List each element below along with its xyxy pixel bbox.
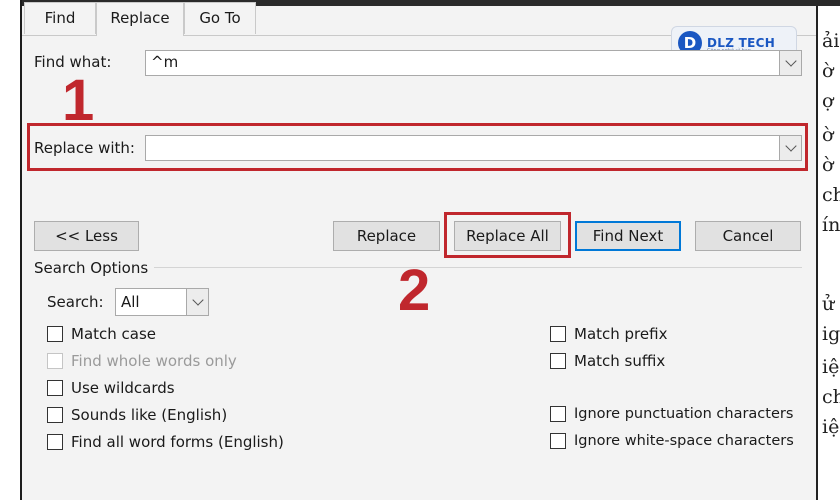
option-match-suffix[interactable]: Match suffix: [550, 352, 665, 370]
sounds-like-label: Sounds like (English): [71, 406, 228, 424]
document-text: iệ: [822, 356, 840, 378]
search-direction-value: All: [121, 293, 140, 311]
search-options-divider: [154, 267, 802, 268]
match-prefix-checkbox[interactable]: [550, 326, 566, 342]
chevron-down-icon: [784, 140, 797, 152]
replace-button[interactable]: Replace: [333, 221, 440, 251]
find-replace-dialog: [22, 6, 816, 500]
match-suffix-label: Match suffix: [574, 352, 666, 370]
chevron-down-icon: [191, 294, 204, 306]
replace-with-dropdown-button[interactable]: [779, 136, 801, 160]
document-text: iệ: [822, 416, 840, 438]
use-wildcards-label: Use wildcards: [71, 379, 175, 397]
tab-find-label: Find: [44, 9, 76, 27]
document-text: ờ: [822, 154, 834, 176]
tab-replace[interactable]: Replace: [96, 2, 184, 36]
ignore-white-space-checkbox[interactable]: [550, 433, 566, 449]
tab-replace-label: Replace: [110, 9, 170, 27]
find-what-dropdown-button[interactable]: [779, 51, 801, 75]
option-ignore-white-space[interactable]: Ignore white-space characters: [550, 433, 794, 449]
tab-goto-label: Go To: [199, 9, 241, 27]
tab-find[interactable]: Find: [24, 2, 96, 34]
match-prefix-label: Match prefix: [574, 325, 668, 343]
document-text: ử: [822, 293, 835, 315]
option-match-prefix[interactable]: Match prefix: [550, 325, 667, 343]
match-case-checkbox[interactable]: [47, 326, 63, 342]
document-text: ch: [822, 184, 840, 206]
document-text: ờ: [822, 124, 834, 146]
ignore-punctuation-checkbox[interactable]: [550, 406, 566, 422]
option-match-case[interactable]: Match case: [47, 325, 156, 343]
option-use-wildcards[interactable]: Use wildcards: [47, 379, 175, 397]
less-button[interactable]: << Less: [34, 221, 139, 251]
search-direction-dropdown-button[interactable]: [186, 289, 208, 315]
find-what-input[interactable]: ^m: [151, 53, 178, 71]
option-find-all-word-forms[interactable]: Find all word forms (English): [47, 433, 284, 451]
find-what-combo[interactable]: ^m: [145, 50, 802, 76]
search-options-title: Search Options: [34, 259, 149, 277]
step-1-annotation: 1: [62, 68, 95, 133]
find-whole-words-checkbox: [47, 353, 63, 369]
search-direction-label: Search:: [47, 293, 104, 311]
document-background: ải ờ ợ ờ ờ ch ín ử ig iệ ch iệ: [816, 6, 840, 500]
document-text: ợ: [822, 90, 834, 112]
match-case-label: Match case: [71, 325, 157, 343]
option-sounds-like[interactable]: Sounds like (English): [47, 406, 227, 424]
tab-goto[interactable]: Go To: [184, 2, 256, 34]
document-text: ín: [822, 214, 840, 236]
find-all-word-forms-checkbox[interactable]: [47, 434, 63, 450]
option-find-whole-words: Find whole words only: [47, 352, 237, 370]
step-2-annotation: 2: [398, 258, 431, 323]
match-suffix-checkbox[interactable]: [550, 353, 566, 369]
sounds-like-checkbox[interactable]: [47, 407, 63, 423]
chevron-down-icon: [784, 55, 797, 67]
ignore-white-space-label: Ignore white-space characters: [574, 433, 794, 449]
replace-with-label: Replace with:: [34, 139, 135, 157]
document-text: ch: [822, 386, 840, 408]
replace-with-combo[interactable]: [145, 135, 802, 161]
option-ignore-punctuation[interactable]: Ignore punctuation characters: [550, 406, 793, 422]
search-direction-select[interactable]: All: [115, 288, 209, 316]
document-text: ig: [822, 323, 840, 345]
ignore-punctuation-label: Ignore punctuation characters: [574, 406, 794, 422]
find-all-word-forms-label: Find all word forms (English): [71, 433, 284, 451]
document-text: ờ: [822, 60, 834, 82]
find-next-button[interactable]: Find Next: [575, 221, 681, 251]
document-text: ải: [822, 30, 840, 52]
cancel-button[interactable]: Cancel: [695, 221, 801, 251]
use-wildcards-checkbox[interactable]: [47, 380, 63, 396]
replace-all-button[interactable]: Replace All: [454, 221, 561, 251]
window-left-edge: [0, 0, 22, 500]
find-whole-words-label: Find whole words only: [71, 352, 237, 370]
